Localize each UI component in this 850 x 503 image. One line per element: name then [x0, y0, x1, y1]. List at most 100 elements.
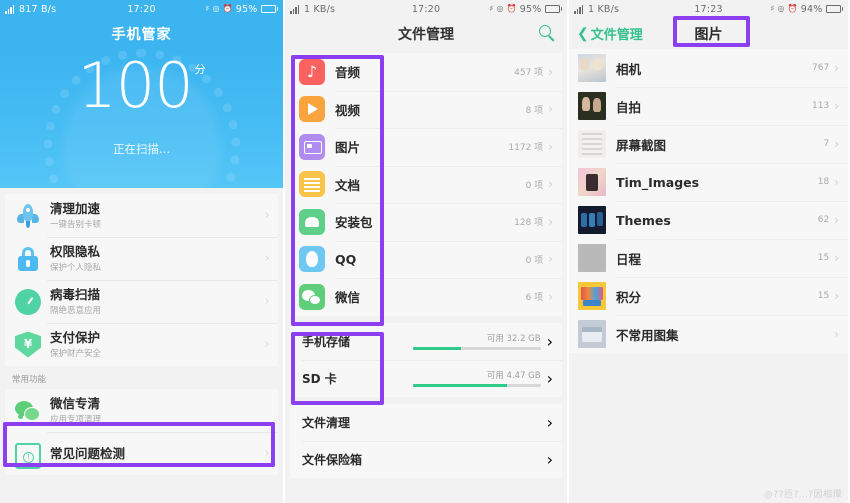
list-item-points[interactable]: 积分 15 ›: [569, 277, 848, 315]
list-item-selfie[interactable]: 自拍 113 ›: [569, 87, 848, 125]
storage-name: SD 卡: [302, 371, 337, 386]
list-item-document[interactable]: 文档 0 项 ›: [290, 165, 562, 203]
category-name: 音频: [335, 65, 361, 81]
scan-area: 100 分 正在扫描...: [0, 49, 283, 188]
list-item-tim-images[interactable]: Tim_Images 18 ›: [569, 163, 848, 201]
category-card: 音频 457 项 › 视频 8 项 › 图片 1172 项 › 文档 0 项 ›: [290, 53, 562, 316]
faq-icon: [15, 442, 41, 469]
chevron-right-icon: ›: [546, 412, 553, 432]
status-bar-time: 17:20: [127, 3, 156, 15]
list-item-sd-card[interactable]: SD 卡 可用 4.47 GB ›: [290, 359, 562, 397]
chevron-right-icon: ›: [548, 102, 553, 117]
album-name: 积分: [616, 289, 642, 305]
list-item-schedule[interactable]: 日程 15 ›: [569, 239, 848, 277]
chevron-right-icon: ›: [548, 64, 553, 79]
chevron-right-icon: ›: [834, 175, 839, 189]
status-bar: 817 B/s 17:20 ♯ ◎ ⏰ 95%: [0, 0, 283, 18]
category-count: 457 项: [514, 68, 544, 79]
category-name: QQ: [335, 251, 357, 267]
list-item-audio[interactable]: 音频 457 项 ›: [290, 53, 562, 91]
item-title: 微信专清: [50, 395, 101, 411]
score-unit: 分: [194, 63, 206, 76]
list-item-file-clean[interactable]: 文件清理 ›: [290, 403, 562, 441]
storage-card: 手机存储 可用 32.2 GB › SD 卡 可用 4.47 GB ›: [290, 322, 562, 397]
list-item-video[interactable]: 视频 8 项 ›: [290, 90, 562, 128]
album-name: 相机: [616, 61, 642, 77]
picture-icon: [299, 133, 325, 160]
album-name: 屏幕截图: [616, 137, 667, 153]
battery-icon: [825, 5, 844, 13]
list-item-phone-storage[interactable]: 手机存储 可用 32.2 GB ›: [290, 322, 562, 360]
status-bar-right: ♯ ◎ ⏰ 95%: [156, 4, 279, 15]
status-bar-left: 817 B/s: [5, 4, 127, 15]
section-label-common: 常用功能: [12, 375, 47, 385]
battery-percent: 94%: [800, 3, 823, 15]
search-icon[interactable]: [539, 25, 555, 42]
network-speed: 1 KB/s: [588, 3, 620, 15]
item-title: 权限隐私: [50, 243, 101, 259]
item-subtitle: 应用专项清理: [50, 415, 102, 426]
list-item-camera[interactable]: 相机 767 ›: [569, 49, 848, 87]
tools-card: 文件清理 › 文件保险箱 ›: [290, 403, 562, 478]
list-item-wechat-clean[interactable]: 微信专清 应用专项清理: [5, 389, 278, 432]
category-name: 微信: [335, 290, 361, 306]
camera-thumb: [578, 54, 606, 82]
storage-progress-bar: [412, 347, 541, 350]
storage-progress-bar: [412, 384, 541, 387]
file-manager-header: 文件管理: [285, 18, 567, 49]
mute-icon: ♯: [205, 4, 210, 13]
chevron-right-icon: ›: [546, 368, 553, 388]
category-name: 文档: [335, 177, 361, 193]
category-name: 视频: [335, 102, 361, 118]
list-item-virus-scan[interactable]: 病毒扫描 隔绝恶意应用 ›: [5, 280, 278, 323]
list-item-file-safe[interactable]: 文件保险箱 ›: [290, 440, 562, 478]
list-item-wechat[interactable]: 微信 6 项 ›: [290, 278, 562, 316]
list-item-picture[interactable]: 图片 1172 项 ›: [290, 128, 562, 166]
album-name: 自拍: [616, 99, 642, 115]
selfie-thumb: [578, 92, 606, 120]
scan-status-text: 正在扫描...: [113, 142, 170, 156]
list-item-rarely-used[interactable]: 不常用图集 ›: [569, 315, 848, 353]
status-bar-left: 1 KB/s: [290, 4, 412, 15]
status-bar-right: ♯ ◎ ⏰ 95%: [440, 4, 563, 15]
phone-screen-pictures: 1 KB/s 17:23 ♯ ◎ ⏰ 94% ❮ 文件管理 图片 相机 767 …: [567, 0, 848, 503]
apk-icon: [299, 208, 325, 235]
chevron-right-icon: ›: [546, 449, 553, 469]
item-title: 清理加速: [50, 200, 101, 216]
wechat-icon: [15, 398, 41, 424]
status-bar-right: ♯ ◎ ⏰ 94%: [723, 3, 844, 15]
wechat-icon: [299, 283, 325, 310]
list-item-clean-speed[interactable]: 清理加速 一键告别卡顿 ›: [5, 194, 278, 237]
list-item-screenshot[interactable]: 屏幕截图 7 ›: [569, 125, 848, 163]
list-item-faq-check[interactable]: 常见问题检测 ›: [5, 432, 278, 475]
album-count: 15: [817, 253, 830, 263]
chevron-right-icon: ›: [834, 289, 839, 303]
chevron-right-icon: ›: [548, 214, 553, 229]
list-item-payment-protection[interactable]: ¥ 支付保护 保护财产安全 ›: [5, 323, 278, 366]
signal-icon: [5, 4, 16, 14]
rarely-used-thumb: [578, 320, 606, 348]
signal-icon: [574, 4, 585, 14]
shield-yen-icon: ¥: [15, 331, 41, 358]
list-item-themes[interactable]: Themes 62 ›: [569, 201, 848, 239]
category-count: 1172 项: [508, 143, 544, 154]
list-item-qq[interactable]: QQ 0 项 ›: [290, 240, 562, 278]
points-thumb: [578, 282, 606, 310]
status-bar: 1 KB/s 17:23 ♯ ◎ ⏰ 94%: [569, 0, 848, 18]
list-item-permission-privacy[interactable]: 权限隐私 保护个人隐私 ›: [5, 237, 278, 280]
score-number: 100: [77, 49, 193, 122]
list-item-apk[interactable]: 安装包 128 项 ›: [290, 203, 562, 241]
battery-icon: [260, 5, 279, 13]
album-count: 62: [817, 215, 830, 225]
category-count: 128 项: [514, 218, 544, 229]
network-speed: 1 KB/s: [304, 3, 336, 15]
pictures-header: ❮ 文件管理 图片: [569, 18, 848, 49]
chevron-right-icon: ›: [834, 137, 839, 151]
alarm-icon: ⏰: [506, 4, 517, 13]
album-count: 767: [812, 63, 830, 73]
tool-name: 文件清理: [302, 415, 351, 430]
status-bar: 1 KB/s 17:20 ♯ ◎ ⏰ 95%: [285, 0, 567, 18]
page-title: 手机管家: [0, 18, 283, 49]
document-icon: [299, 171, 325, 198]
chevron-right-icon: ›: [548, 177, 553, 192]
